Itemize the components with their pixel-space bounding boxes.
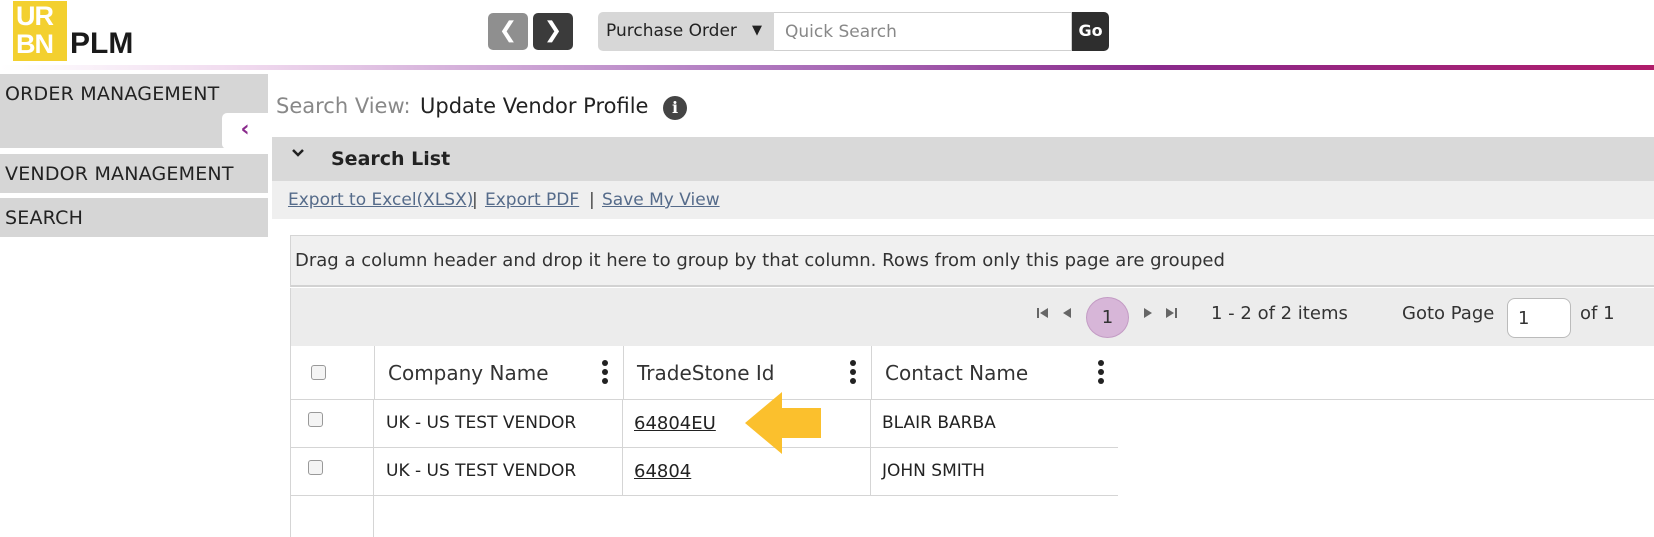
column-divider	[870, 400, 871, 448]
column-divider	[622, 448, 623, 496]
page-count-label: of 1	[1580, 303, 1615, 324]
header-divider	[0, 65, 1654, 70]
chevron-down-icon[interactable]	[290, 145, 306, 165]
prev-page-icon[interactable]	[1061, 306, 1073, 324]
last-page-icon[interactable]	[1164, 306, 1178, 324]
column-divider	[374, 346, 375, 400]
sidebar-item-label: SEARCH	[5, 207, 84, 229]
column-divider	[870, 448, 871, 496]
sidebar-collapse-button[interactable]: ‹	[222, 113, 268, 149]
export-excel-link[interactable]: Export to Excel(XLSX)	[288, 181, 473, 219]
table-row[interactable]: UK - US TEST VENDOR 64804EU BLAIR BARBA	[290, 400, 1118, 448]
search-view-label: Search View:	[276, 94, 411, 118]
info-icon[interactable]: i	[663, 96, 687, 120]
goto-page-label: Goto Page	[1402, 303, 1495, 324]
cell-contact-name: JOHN SMITH	[882, 461, 985, 481]
row-checkbox[interactable]	[308, 412, 323, 427]
cell-company-name: UK - US TEST VENDOR	[386, 413, 577, 433]
forward-button[interactable]: ❯	[533, 13, 573, 50]
column-divider	[373, 400, 374, 537]
column-divider	[623, 346, 624, 400]
sidebar-item-vendor-management[interactable]: VENDOR MANAGEMENT	[0, 154, 268, 193]
go-button[interactable]: Go	[1072, 12, 1109, 51]
select-all-checkbox[interactable]	[311, 365, 326, 380]
caret-down-icon: ▼	[752, 23, 762, 38]
next-page-icon[interactable]	[1142, 306, 1154, 324]
column-menu-icon[interactable]	[850, 360, 856, 384]
first-page-icon[interactable]	[1036, 306, 1050, 324]
tradestone-id-link[interactable]: 64804	[634, 461, 691, 482]
column-header-contact-name[interactable]: Contact Name	[885, 361, 1028, 385]
cell-company-name: UK - US TEST VENDOR	[386, 461, 577, 481]
table-row[interactable]: UK - US TEST VENDOR 64804 JOHN SMITH	[290, 448, 1118, 496]
cell-tradestone-id: 64804	[634, 461, 691, 482]
page-title: Update Vendor Profile	[420, 94, 649, 118]
tradestone-id-link[interactable]: 64804EU	[634, 413, 716, 434]
column-divider	[871, 346, 872, 400]
row-checkbox[interactable]	[308, 460, 323, 475]
urbn-logo[interactable]: UR BN	[13, 1, 67, 61]
column-menu-icon[interactable]	[602, 360, 608, 384]
sidebar-item-search[interactable]: SEARCH	[0, 198, 268, 237]
chevron-right-icon: ❯	[543, 18, 563, 43]
export-links-bar: Export to Excel(XLSX) | Export PDF | Sav…	[272, 181, 1654, 219]
current-page-button[interactable]: 1	[1086, 297, 1129, 338]
column-menu-icon[interactable]	[1098, 360, 1104, 384]
chevron-left-icon: ‹	[240, 117, 250, 142]
search-type-dropdown[interactable]: Purchase Order ▼	[598, 12, 774, 51]
search-type-value: Purchase Order	[606, 21, 737, 41]
back-button[interactable]: ❮	[488, 13, 528, 50]
group-drop-zone[interactable]: Drag a column header and drop it here to…	[290, 235, 1654, 287]
column-header-company-name[interactable]: Company Name	[388, 361, 549, 385]
arrow-left-annotation-icon	[745, 392, 821, 454]
grid-header-row: Company Name TradeStone Id Contact Name	[290, 346, 1654, 400]
save-my-view-link[interactable]: Save My View	[602, 181, 720, 219]
logo-top-letters: UR	[16, 1, 54, 31]
sidebar-item-label: ORDER MANAGEMENT	[5, 83, 220, 105]
logo-plm-text: PLM	[70, 27, 134, 60]
column-header-tradestone-id[interactable]: TradeStone Id	[637, 361, 774, 385]
search-list-title: Search List	[331, 148, 451, 170]
grid-pager: 1 1 - 2 of 2 items Goto Page of 1	[290, 288, 1654, 346]
column-divider	[622, 400, 623, 448]
link-separator: |	[589, 190, 595, 210]
chevron-left-icon: ❮	[498, 18, 518, 43]
export-pdf-link[interactable]: Export PDF	[485, 181, 579, 219]
cell-contact-name: BLAIR BARBA	[882, 413, 996, 433]
search-list-header[interactable]: Search List	[272, 137, 1654, 181]
goto-page-input[interactable]	[1507, 298, 1571, 338]
grid-left-border	[290, 400, 291, 537]
chevron-down-icon-svg	[292, 149, 304, 157]
logo-bottom-letters: BN	[16, 29, 54, 59]
sidebar-item-label: VENDOR MANAGEMENT	[5, 163, 234, 185]
link-separator: |	[472, 190, 478, 210]
quick-search-input[interactable]	[774, 12, 1072, 51]
cell-tradestone-id: 64804EU	[634, 413, 716, 434]
pager-info: 1 - 2 of 2 items	[1211, 303, 1348, 324]
